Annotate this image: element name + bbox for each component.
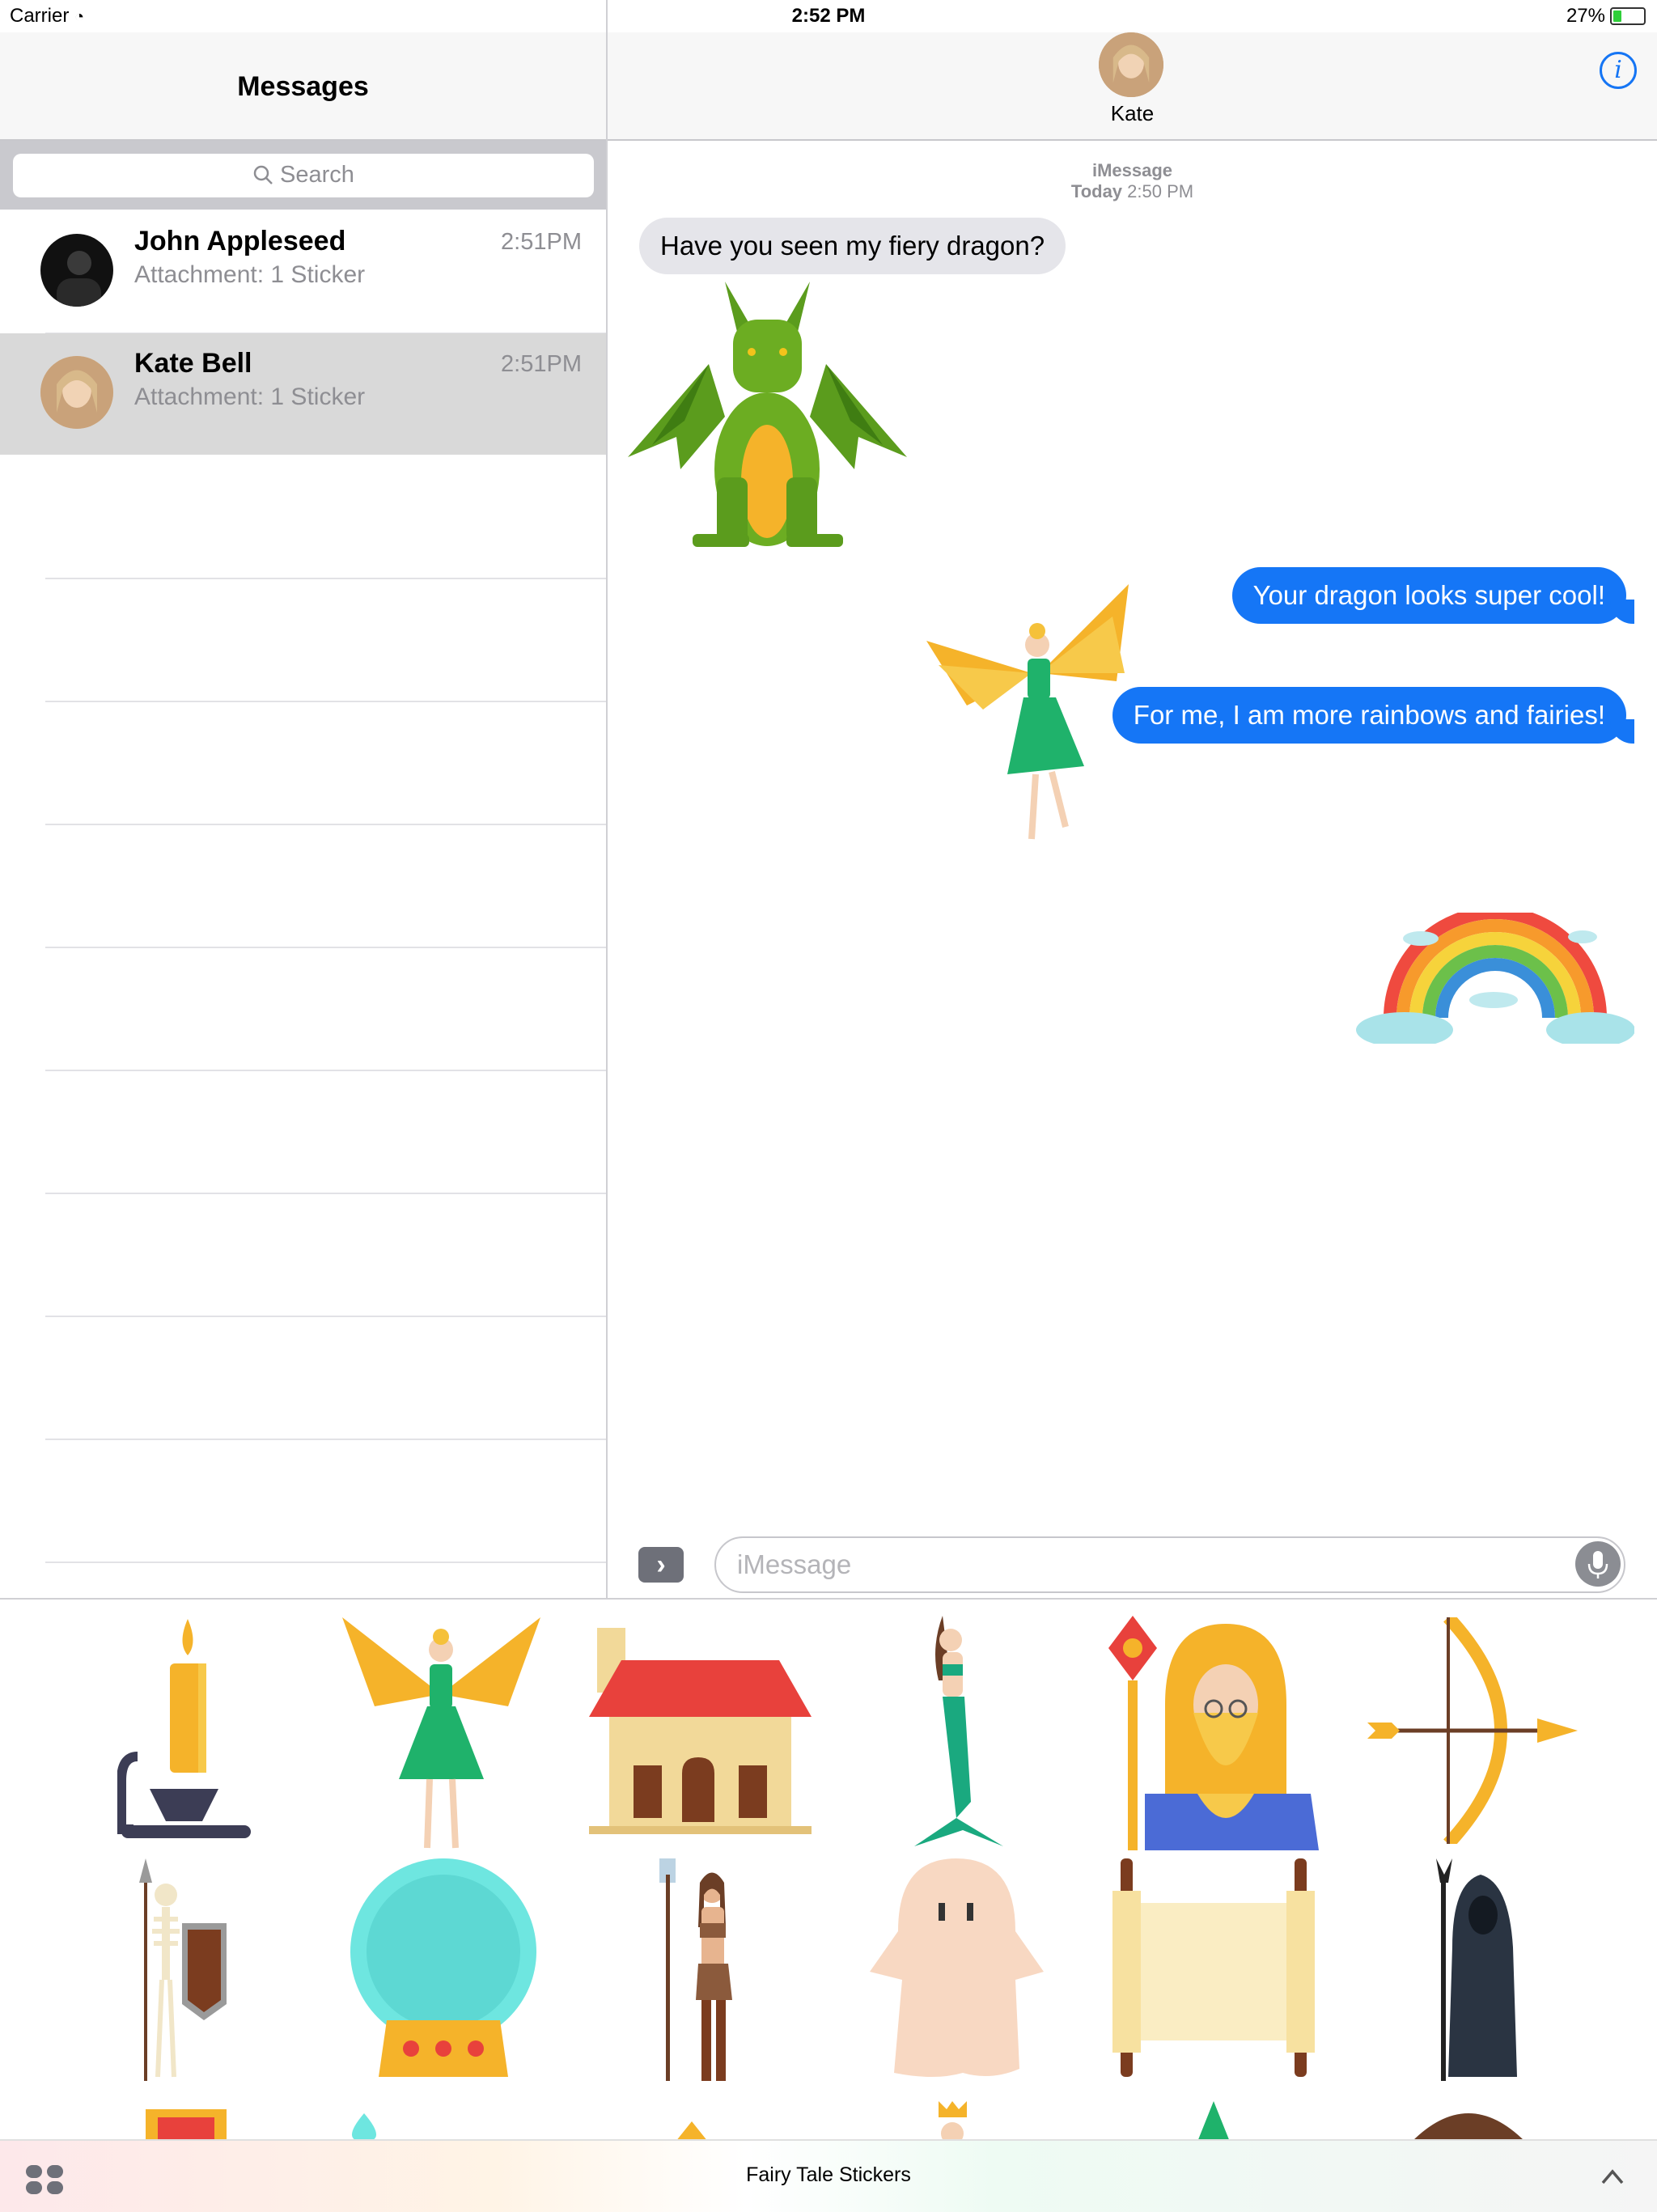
divider [45,824,606,825]
clock: 2:52 PM [791,5,866,27]
candle-sticker[interactable] [117,1619,251,1862]
treasure-chest-sticker[interactable] [138,2101,235,2142]
sticker-pack-title: Fairy Tale Stickers [746,2163,911,2186]
search-placeholder: Search [280,162,354,188]
divider [45,1562,606,1563]
fairy-sticker[interactable] [926,584,1133,843]
outgoing-message[interactable]: Your dragon looks super cool! [1231,567,1626,624]
search-input[interactable]: Search [13,154,594,197]
timestamp-day: Today [1070,181,1123,201]
house-sticker[interactable] [589,1628,812,1834]
message-preview: Attachment: 1 Sticker [134,261,366,288]
hat-sticker[interactable] [1197,2101,1230,2142]
outgoing-message[interactable]: For me, I am more rainbows and fairies! [1112,687,1626,744]
skeleton-warrior-sticker[interactable] [129,1858,235,2081]
contact-name: John Appleseed [134,226,346,256]
princess-sticker[interactable] [934,2101,971,2142]
dragon-sticker[interactable] [628,275,907,554]
divider [45,1070,606,1071]
battery-percent: 27% [1566,5,1605,27]
divider [45,1316,606,1317]
avatar [40,234,113,307]
grim-reaper-sticker[interactable] [1428,1858,1521,2081]
service-label: iMessage [1091,160,1173,180]
chevron-up-icon[interactable] [1600,2165,1625,2189]
conversation-row[interactable]: John Appleseed Attachment: 1 Sticker 2:5… [0,211,606,333]
rainbow-sticker[interactable] [1356,913,1634,1044]
divider [45,701,606,702]
character-head-sticker[interactable] [1412,2101,1525,2142]
crystal-ball-sticker[interactable] [346,1858,540,2081]
message-preview: Attachment: 1 Sticker [134,383,366,410]
message-time: 2:51PM [501,351,582,377]
message-time: 2:51PM [501,229,582,255]
mermaid-sticker[interactable] [906,1616,1007,1850]
microphone-icon [1587,1551,1608,1578]
info-button[interactable]: i [1600,52,1637,89]
info-icon: i [1614,56,1622,84]
battery-status: 27% [1566,5,1646,28]
divider [45,578,606,579]
sticker-drawer [0,1598,1657,2212]
fairy-sticker[interactable] [342,1617,540,1852]
scroll-sticker[interactable] [1104,1858,1323,2077]
message-input[interactable]: iMessage [714,1536,1625,1593]
contact-avatar[interactable] [1099,32,1163,97]
search-icon [253,165,273,184]
contact-name: Kate Bell [134,348,252,379]
timestamp-time: 2:50 PM [1127,181,1194,201]
bow-and-arrow-sticker[interactable] [1367,1617,1578,1844]
avatar [40,356,113,429]
bubble-tail [1610,719,1634,744]
chevron-right-icon: › [656,1549,666,1580]
conversation-sidebar: Messages Search John Appleseed Attachmen… [0,0,608,1598]
ghost-sticker[interactable] [870,1858,1044,2081]
warrior-woman-sticker[interactable] [651,1858,756,2081]
bubble-tail [1610,600,1634,624]
status-bar: Carrier ◔ 2:52 PM 27% [0,0,1657,32]
microphone-button[interactable] [1575,1541,1621,1587]
battery-icon [1610,7,1646,25]
incoming-message[interactable]: Have you seen my fiery dragon? [639,218,1066,274]
wizard-sticker[interactable] [1108,1616,1319,1850]
timestamp: Today 2:50 PM [608,181,1657,202]
divider [45,1193,606,1194]
sticker-app-bar: Fairy Tale Stickers [0,2139,1657,2212]
chat-header: Kate i [608,32,1657,141]
divider [45,1439,606,1440]
divider [45,947,606,948]
chat-contact-name[interactable]: Kate [608,101,1657,126]
conversation-row-selected[interactable]: Kate Bell Attachment: 1 Sticker 2:51PM [0,333,606,455]
potion-sticker[interactable] [340,2113,388,2142]
message-input-placeholder: iMessage [737,1549,852,1579]
sidebar-title: Messages [237,71,369,102]
app-drawer-button[interactable]: › [638,1547,684,1583]
